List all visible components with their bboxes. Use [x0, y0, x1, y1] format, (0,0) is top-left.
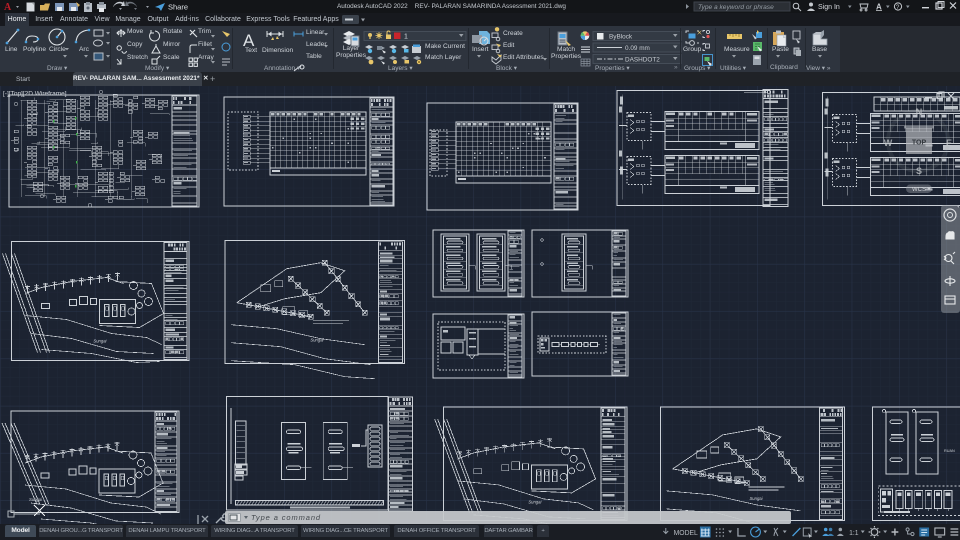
- svg-text:DASHDOT2: DASHDOT2: [625, 56, 660, 63]
- svg-text:Sungai: Sungai: [310, 337, 324, 342]
- svg-text:Sungai: Sungai: [93, 338, 107, 343]
- svg-text:Share: Share: [168, 3, 188, 12]
- svg-text:Sungai: Sungai: [528, 499, 542, 504]
- svg-text:TOP: TOP: [912, 139, 927, 146]
- svg-text:WCS: WCS: [912, 187, 926, 193]
- svg-text:ByBlock: ByBlock: [609, 33, 633, 40]
- svg-text:RUAN: RUAN: [944, 449, 955, 453]
- svg-text:Sungai: Sungai: [29, 496, 43, 501]
- svg-text:Sungai: Sungai: [750, 496, 764, 501]
- svg-text:[-][Top][2D Wireframe]: [-][Top][2D Wireframe]: [3, 90, 67, 97]
- svg-text:0.09 mm: 0.09 mm: [625, 45, 650, 52]
- svg-text:1:1: 1:1: [849, 529, 859, 536]
- svg-text:N: N: [916, 107, 923, 117]
- svg-text:S: S: [916, 166, 922, 176]
- svg-text:Sign In: Sign In: [818, 4, 840, 11]
- svg-text:W: W: [884, 138, 893, 148]
- svg-text:MODEL: MODEL: [674, 529, 698, 536]
- svg-text:1: 1: [404, 34, 408, 41]
- svg-text:E: E: [946, 138, 952, 148]
- svg-text:Type a keyword or phrase: Type a keyword or phrase: [698, 4, 774, 11]
- svg-text:A: A: [4, 2, 12, 13]
